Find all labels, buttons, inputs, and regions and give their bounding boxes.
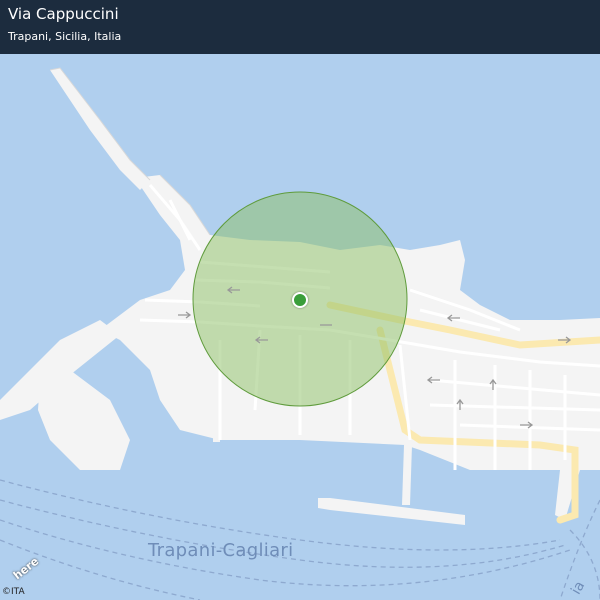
north-breakwater: [50, 68, 150, 190]
location-title: Via Cappuccini: [8, 5, 119, 23]
southwest-island: [38, 370, 130, 470]
location-header: Via Cappuccini Trapani, Sicilia, Italia: [0, 0, 600, 54]
ferry-route-label: Trapani-Cagliari: [148, 540, 294, 561]
south-pier: [318, 498, 465, 525]
location-subtitle: Trapani, Sicilia, Italia: [8, 30, 122, 43]
ferry-route-lines: [0, 479, 600, 600]
map-view[interactable]: Via Cappuccini Trapani, Sicilia, Italia …: [0, 0, 600, 600]
mid-pier: [402, 445, 412, 505]
copyright-text: ©ITA: [2, 587, 25, 597]
current-location-marker[interactable]: [292, 292, 308, 308]
